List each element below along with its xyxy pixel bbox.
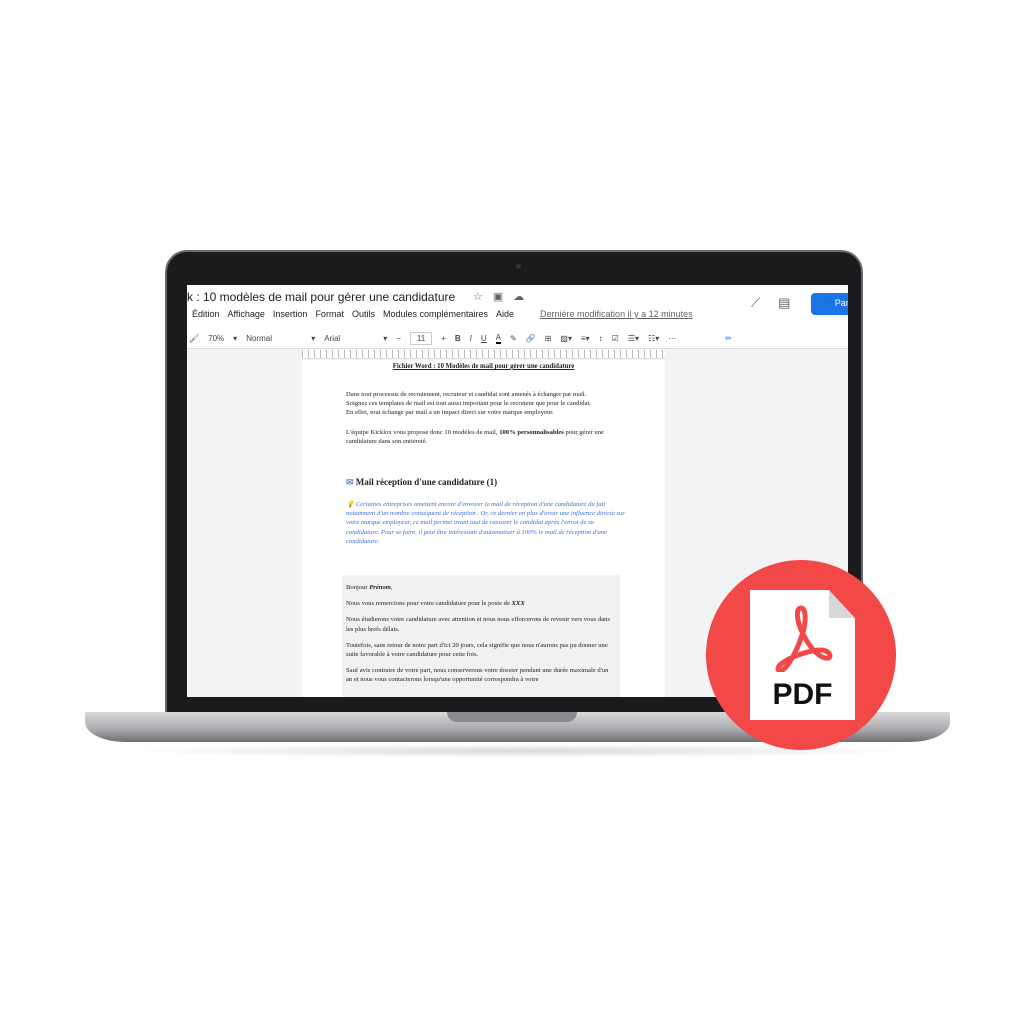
menu-edition[interactable]: Édition bbox=[192, 309, 220, 319]
intro-line: Soignez ces templates de mail est tout a… bbox=[346, 400, 591, 408]
menu-outils[interactable]: Outils bbox=[352, 309, 375, 319]
comment-add-icon[interactable]: ⊞ bbox=[545, 334, 552, 343]
checklist-icon[interactable]: ☑ bbox=[612, 334, 619, 343]
move-folder-icon[interactable]: ▣ bbox=[493, 290, 503, 303]
activity-trend-icon[interactable]: ⟋ bbox=[751, 295, 760, 311]
zoom-select[interactable]: 70% bbox=[208, 334, 224, 343]
align-icon[interactable]: ≡▾ bbox=[581, 334, 590, 343]
person-icon: 👤 bbox=[821, 298, 833, 308]
job-placeholder: XXX bbox=[511, 600, 525, 608]
document-page[interactable]: Fichier Word : 10 Modèles de mail pour g… bbox=[302, 360, 665, 697]
offer-bold: 100% personnalisables bbox=[499, 429, 564, 436]
chevron-down-icon: ▾ bbox=[383, 334, 388, 343]
menu-format[interactable]: Format bbox=[315, 309, 344, 319]
mail-template-box: Bonjour Prénom, Nous vous remercions pou… bbox=[342, 575, 620, 697]
font-size-input[interactable]: 11 bbox=[409, 332, 433, 345]
link-icon[interactable]: 🔗 bbox=[526, 334, 536, 343]
mail-line: Nous étudierons votre candidature avec a… bbox=[346, 616, 610, 633]
tip-paragraph: 💡 Certaines entreprises omettent encore … bbox=[346, 500, 626, 546]
highlight-icon[interactable]: ✎ bbox=[510, 334, 517, 343]
section-title: Mail réception d'une candidature (1) bbox=[355, 477, 498, 487]
toolbar: 🖌 70% ▾ Normal ▾ Arial ▾ − 11 + B I U A ✎ 🔗… bbox=[187, 329, 848, 349]
doc-heading: Fichier Word : 10 Modèles de mail pour g… bbox=[392, 363, 575, 370]
star-icon[interactable]: ☆ bbox=[473, 290, 483, 303]
comments-icon[interactable]: ▤ bbox=[778, 295, 790, 311]
bold-button[interactable]: B bbox=[455, 334, 461, 343]
intro-paragraph: Dans tout processus de recrutement, recr… bbox=[346, 390, 626, 418]
line-spacing-icon[interactable]: ↕ bbox=[599, 334, 603, 343]
menu-insertion[interactable]: Insertion bbox=[273, 309, 308, 319]
more-icon[interactable]: ⋯ bbox=[668, 334, 676, 343]
pdf-label: PDF bbox=[772, 678, 833, 711]
menu-aide[interactable]: Aide bbox=[496, 309, 514, 319]
offer-paragraph: L'équipe Kicklox vous propose donc 10 mo… bbox=[346, 428, 626, 446]
ruler[interactable] bbox=[302, 350, 665, 359]
greeting-text: Bonjour bbox=[346, 584, 370, 591]
mail-greeting: Bonjour Prénom, bbox=[346, 584, 393, 591]
laptop-notch bbox=[447, 712, 577, 722]
webcam bbox=[516, 264, 521, 269]
chevron-down-icon: ▾ bbox=[233, 334, 238, 343]
bullet-list-icon[interactable]: ☰▾ bbox=[628, 334, 639, 343]
style-select[interactable]: Normal bbox=[246, 334, 302, 343]
tip-text: Certaines entreprises omettent encore d'… bbox=[346, 501, 625, 545]
acrobat-logo-icon bbox=[775, 605, 833, 672]
font-select[interactable]: Arial bbox=[324, 334, 374, 343]
cloud-status-icon[interactable]: ☁ bbox=[513, 290, 524, 303]
mail-line: Sauf avis contraire de votre part, nous … bbox=[346, 667, 609, 684]
lightbulb-icon: 💡 bbox=[346, 501, 356, 508]
line-text: Nous vous remercions pour votre candidat… bbox=[346, 600, 512, 608]
share-label: Par bbox=[834, 298, 848, 308]
section-heading: ✉ Mail réception d'une candidature (1) bbox=[346, 477, 498, 487]
underline-button[interactable]: U bbox=[481, 334, 487, 343]
text-color-button[interactable]: A bbox=[495, 333, 502, 344]
menu-affichage[interactable]: Affichage bbox=[228, 309, 265, 319]
menu-modules[interactable]: Modules complémentaires bbox=[383, 309, 488, 319]
edit-mode-icon[interactable]: ✏ bbox=[725, 334, 732, 343]
decrease-font-size-button[interactable]: − bbox=[396, 334, 401, 343]
numbered-list-icon[interactable]: ☷▾ bbox=[648, 334, 659, 343]
mail-line: Nous vous remercions pour votre candidat… bbox=[346, 599, 616, 608]
document-title[interactable]: k : 10 modèles de mail pour gérer une ca… bbox=[187, 290, 455, 304]
intro-line: En effet, tout échange par mail a un imp… bbox=[346, 409, 554, 417]
title-bar: k : 10 modèles de mail pour gérer une ca… bbox=[187, 285, 848, 329]
chevron-down-icon: ▾ bbox=[311, 334, 316, 343]
mail-line: Toutefois, sans retour de notre part d'i… bbox=[346, 641, 608, 659]
menu-bar: Édition Affichage Insertion Format Outil… bbox=[192, 309, 693, 319]
greeting-name: Prénom bbox=[369, 584, 391, 591]
email-icon: ✉ bbox=[346, 477, 356, 487]
paint-format-icon[interactable]: 🖌 bbox=[189, 334, 199, 343]
intro-line: Dans tout processus de recrutement, recr… bbox=[346, 391, 587, 398]
share-button[interactable]: 👤 Par bbox=[811, 293, 848, 315]
increase-font-size-button[interactable]: + bbox=[441, 334, 446, 343]
offer-text: L'équipe Kicklox vous propose donc 10 mo… bbox=[346, 429, 500, 436]
image-icon[interactable]: ▨▾ bbox=[560, 334, 572, 343]
last-modified-link[interactable]: Dernière modification il y a 12 minutes bbox=[540, 309, 693, 319]
italic-button[interactable]: I bbox=[470, 334, 472, 343]
